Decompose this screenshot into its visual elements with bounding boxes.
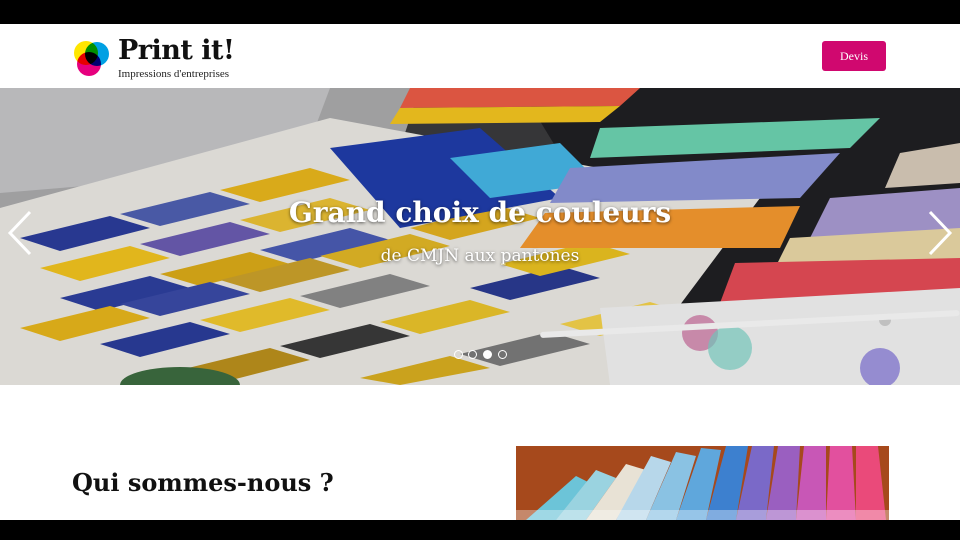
carousel-dot-2[interactable]: [468, 350, 477, 359]
logo-link[interactable]: Print it! Impressions d'entreprises: [71, 35, 241, 83]
devis-button[interactable]: Devis: [822, 41, 886, 71]
about-heading: Qui sommes-nous ?: [72, 468, 334, 497]
browser-bottom-bar: [0, 520, 960, 540]
chevron-right-icon[interactable]: [924, 208, 956, 258]
logo-title: Print it!: [118, 35, 235, 66]
hero-background-image: [0, 88, 960, 385]
browser-top-bar: [0, 0, 960, 24]
carousel-dot-4[interactable]: [498, 350, 507, 359]
carousel-indicators: [452, 350, 512, 362]
logo-subtitle: Impressions d'entreprises: [118, 68, 230, 80]
hero-subtitle: de CMJN aux pantones: [380, 246, 580, 266]
page: Print it! Impressions d'entreprises Devi…: [0, 24, 960, 520]
hero-title: Grand choix de couleurs: [288, 196, 672, 229]
carousel-dot-1[interactable]: [454, 350, 463, 359]
hero-carousel: Grand choix de couleurs de CMJN aux pant…: [0, 88, 960, 385]
carousel-dot-3[interactable]: [483, 350, 492, 359]
logo-cmy-icon: [74, 41, 109, 76]
about-image: [516, 446, 889, 520]
site-header: Print it! Impressions d'entreprises Devi…: [0, 24, 960, 88]
chevron-left-icon[interactable]: [4, 208, 36, 258]
